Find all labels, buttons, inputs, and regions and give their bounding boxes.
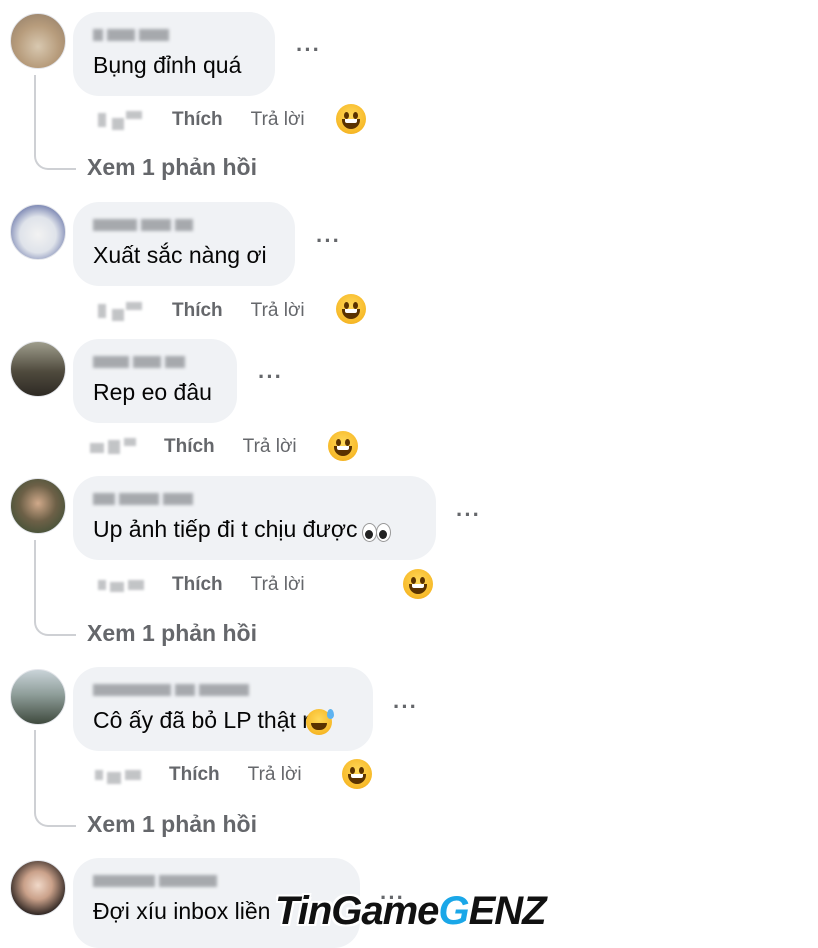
comment-text: Rep eo đâu [93,379,212,405]
thread-connector [34,75,76,170]
comment-bubble: Up ảnh tiếp đi t chịu được [73,476,436,560]
reply-button[interactable]: Trả lời [248,764,302,786]
commenter-name-blurred[interactable] [93,216,275,236]
timestamp-blurred[interactable] [93,764,145,786]
avatar[interactable] [10,204,66,260]
like-button[interactable]: Thích [164,436,215,458]
reply-button[interactable]: Trả lời [251,109,305,131]
comment-actions: Thích Trả lời [96,570,333,600]
grinning-face-icon [328,431,358,461]
timestamp-blurred[interactable] [88,436,140,458]
reply-button[interactable]: Trả lời [251,574,305,596]
like-button[interactable]: Thích [172,109,223,131]
commenter-name-blurred[interactable] [93,490,416,510]
grinning-face-icon [403,569,433,599]
grinning-face-icon [336,104,366,134]
sweat-smile-emoji-icon [305,708,334,735]
grinning-face-icon [336,294,366,324]
avatar[interactable] [10,860,66,916]
reply-button[interactable]: Trả lời [251,300,305,322]
comment-bubble: Cô ấy đã bỏ LP thật r [73,667,373,751]
avatar[interactable] [10,478,66,534]
comment-actions: Thích Trả lời [88,432,325,462]
comment-text: Xuất sắc nàng ơi [93,242,267,268]
more-options-icon[interactable]: ··· [296,37,321,63]
commenter-name-blurred[interactable] [93,353,217,373]
commenter-name-blurred[interactable] [93,681,353,701]
comment-text-content: Up ảnh tiếp đi t chịu được [93,516,358,542]
timestamp-blurred[interactable] [96,109,148,131]
comment-text-content: Cô ấy đã bỏ LP thật r [93,707,310,733]
watermark-text-2: G [438,889,469,933]
view-replies-link[interactable]: Xem 1 phản hồi [87,620,257,647]
comment-actions: Thích Trả lời [96,296,333,326]
more-options-icon[interactable]: ··· [316,228,341,254]
grinning-face-icon [342,759,372,789]
like-button[interactable]: Thích [169,764,220,786]
comment-text: Cô ấy đã bỏ LP thật r [93,705,353,735]
view-replies-link[interactable]: Xem 1 phản hồi [87,811,257,838]
watermark-text-3: ENZ [468,889,547,933]
watermark-text-1: TinGame [275,889,439,933]
comment-bubble: Rep eo đâu [73,339,237,423]
commenter-name-blurred[interactable] [93,26,255,46]
comment-bubble: Xuất sắc nàng ơi [73,202,295,286]
timestamp-blurred[interactable] [96,574,148,596]
comment-actions: Thích Trả lời [93,760,330,790]
avatar[interactable] [10,669,66,725]
comment-text: Up ảnh tiếp đi t chịu được [93,514,416,544]
comment-bubble: Bụng đỉnh quá [73,12,275,96]
like-button[interactable]: Thích [172,574,223,596]
view-replies-link[interactable]: Xem 1 phản hồi [87,154,257,181]
eyes-emoji-icon [361,521,392,542]
reply-button[interactable]: Trả lời [243,436,297,458]
tingamegenz-watermark-logo: TinGameGENZ [275,888,547,934]
more-options-icon[interactable]: ··· [393,694,418,720]
comment-actions: Thích Trả lời [96,105,333,135]
more-options-icon[interactable]: ··· [456,502,481,528]
avatar[interactable] [10,341,66,397]
avatar[interactable] [10,13,66,69]
thread-connector [34,730,76,827]
more-options-icon[interactable]: ··· [258,364,283,390]
timestamp-blurred[interactable] [96,300,148,322]
like-button[interactable]: Thích [172,300,223,322]
thread-connector [34,540,76,636]
comment-text: Bụng đỉnh quá [93,52,242,78]
